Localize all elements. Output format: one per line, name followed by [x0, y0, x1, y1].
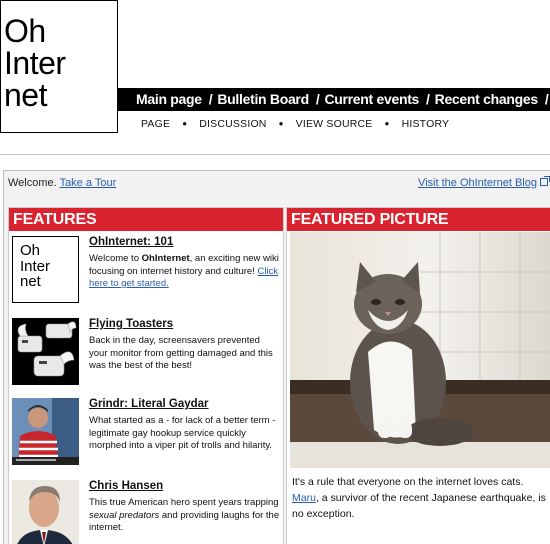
feature-description: This true American hero spent years trap… — [89, 497, 281, 535]
chris-hansen-thumb[interactable] — [12, 480, 79, 544]
feature-description: Welcome to OhInternet, an exciting new w… — [89, 253, 281, 291]
grindr-thumb[interactable] — [12, 398, 79, 465]
site-logo[interactable]: Oh Inter net — [0, 0, 118, 133]
logo-line: Inter — [20, 257, 51, 275]
nav-separator: / — [315, 91, 320, 107]
welcome-bar: Welcome. Take a Tour — [8, 177, 116, 189]
nav-current-events[interactable]: Current events — [324, 91, 419, 107]
logo-line: Oh — [4, 13, 46, 49]
tab-discussion[interactable]: DISCUSSION — [199, 118, 266, 130]
nav-main-page[interactable]: Main page — [136, 91, 202, 107]
ohinternet-logo-thumb[interactable]: Oh Inter net — [12, 236, 79, 303]
nav-recent-changes[interactable]: Recent changes — [435, 91, 538, 107]
feature-title[interactable]: Chris Hansen — [89, 480, 163, 492]
page-tabs: PAGE ● DISCUSSION ● VIEW SOURCE ● HISTORY — [141, 118, 449, 130]
featured-picture-caption: It's a rule that everyone on the interne… — [292, 474, 547, 522]
tab-history[interactable]: HISTORY — [402, 118, 450, 130]
desc-text: This true American hero spent years trap… — [89, 497, 279, 508]
external-link-icon — [540, 176, 550, 186]
caption-text: , a survivor of the recent Japanese eart… — [292, 492, 546, 520]
nav-separator: / — [208, 91, 213, 107]
header-divider — [0, 154, 550, 155]
tab-separator-dot: ● — [278, 119, 284, 128]
welcome-text: Welcome. — [8, 177, 57, 189]
tab-separator-dot: ● — [384, 119, 390, 128]
features-heading: FEATURES — [9, 208, 283, 231]
nav-separator: / — [426, 91, 430, 107]
main-navbar: Main page / Bulletin Board / Current events /… — [118, 88, 550, 111]
tab-separator-dot: ● — [182, 119, 188, 128]
feature-title[interactable]: Flying Toasters — [89, 318, 173, 330]
blog-link-label: Visit the OhInternet Blog — [417, 177, 537, 189]
feature-title[interactable]: Grindr: Literal Gaydar — [89, 398, 209, 410]
logo-line: net — [20, 273, 41, 290]
cat-photo[interactable] — [290, 232, 550, 468]
features-panel: FEATURES Oh Inter net OhInternet: 101 We… — [8, 207, 284, 544]
feature-description: Back in the day, screensavers prevented … — [89, 335, 273, 371]
take-tour-link[interactable]: Take a Tour — [60, 177, 117, 189]
desc-text: Welcome to — [89, 253, 142, 264]
maru-link[interactable]: Maru — [292, 492, 316, 504]
main-content: Welcome. Take a Tour Visit the OhInterne… — [3, 170, 550, 544]
tab-page[interactable]: PAGE — [141, 118, 170, 130]
logo-line: Inter — [4, 45, 66, 81]
logo-line: Oh — [20, 242, 41, 259]
desc-emphasis: sexual predators — [89, 509, 160, 521]
desc-bold: OhInternet — [141, 253, 190, 264]
logo-line: net — [4, 77, 47, 113]
blog-link[interactable]: Visit the OhInternet Blog — [417, 176, 550, 189]
flying-toasters-thumb[interactable] — [12, 318, 79, 385]
nav-bulletin-board[interactable]: Bulletin Board — [217, 91, 309, 107]
feature-description: What started as a - for lack of a better… — [89, 415, 276, 451]
caption-text: It's a rule that everyone on the interne… — [292, 476, 524, 488]
tab-view-source[interactable]: VIEW SOURCE — [296, 118, 373, 130]
feature-title[interactable]: OhInternet: 101 — [89, 236, 173, 248]
nav-separator: / — [544, 91, 549, 107]
featured-picture-panel: FEATURED PICTURE It's a rule that everyo… — [286, 207, 550, 544]
featured-picture-heading: FEATURED PICTURE — [287, 208, 550, 231]
